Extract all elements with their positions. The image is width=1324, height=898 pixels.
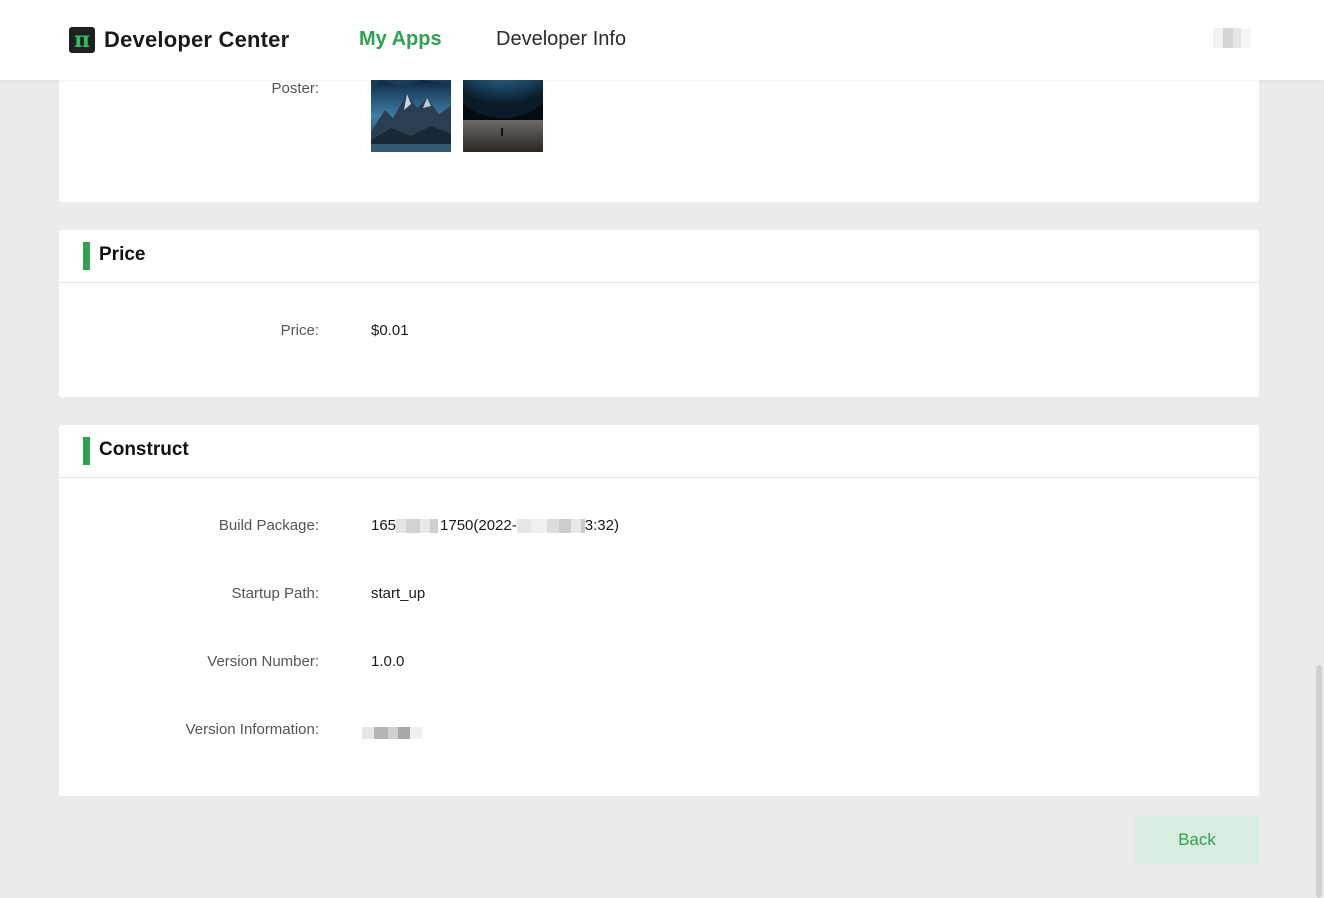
redacted-block xyxy=(420,519,431,534)
section-accent-bar xyxy=(83,437,90,465)
redacted-block xyxy=(396,519,407,534)
back-button[interactable]: Back xyxy=(1135,816,1259,864)
startup-path-label: Startup Path: xyxy=(231,585,319,602)
price-value: $0.01 xyxy=(371,322,409,339)
startup-path-value: start_up xyxy=(371,585,426,602)
redacted-block xyxy=(558,519,571,534)
build-package-prefix: 165 xyxy=(371,517,397,534)
construct-section-title: Construct xyxy=(99,439,189,460)
redacted-block xyxy=(430,519,439,534)
page-scrollbar-thumb[interactable] xyxy=(1316,665,1322,898)
poster-image-mountains[interactable] xyxy=(371,80,451,152)
version-number-value: 1.0.0 xyxy=(371,653,405,670)
version-information-value xyxy=(362,724,422,741)
redacted-block xyxy=(546,519,559,534)
construct-card-header: Construct xyxy=(59,425,1259,478)
poster-image-planet[interactable] xyxy=(463,80,543,152)
version-number-label: Version Number: xyxy=(207,653,319,670)
redacted-block xyxy=(530,519,547,534)
build-package-suffix: 3:32) xyxy=(584,517,619,534)
top-navigation-bar: π Developer Center My Apps Developer Inf… xyxy=(0,0,1324,80)
price-section-title: Price xyxy=(99,244,146,265)
redacted-block xyxy=(388,727,398,740)
price-label: Price: xyxy=(280,322,319,339)
nav-developer-info[interactable]: Developer Info xyxy=(496,28,626,51)
price-card-header: Price xyxy=(59,230,1259,283)
construct-card: Construct Build Package: 165 1750(2022- 3:… xyxy=(59,425,1259,796)
redacted-block xyxy=(516,519,531,534)
redacted-block xyxy=(398,727,410,740)
redacted-block xyxy=(406,519,421,534)
build-package-middle: 1750(2022- xyxy=(440,517,517,534)
redacted-block xyxy=(374,727,388,740)
redacted-block xyxy=(410,727,422,740)
brand-title[interactable]: Developer Center xyxy=(104,27,289,53)
pi-logo-icon[interactable]: π xyxy=(69,27,95,53)
poster-card: Poster: xyxy=(59,60,1259,202)
build-package-label: Build Package: xyxy=(218,517,319,534)
logo-glyph: π xyxy=(73,27,91,53)
redacted-block xyxy=(570,519,581,534)
poster-label: Poster: xyxy=(271,80,319,97)
build-package-value: 165 1750(2022- 3:32) xyxy=(371,517,619,534)
redacted-block xyxy=(362,727,374,740)
section-accent-bar xyxy=(83,242,90,270)
user-avatar[interactable] xyxy=(1213,28,1251,48)
version-information-label: Version Information: xyxy=(185,721,319,738)
nav-my-apps[interactable]: My Apps xyxy=(359,28,442,51)
price-card: Price Price: $0.01 xyxy=(59,230,1259,397)
